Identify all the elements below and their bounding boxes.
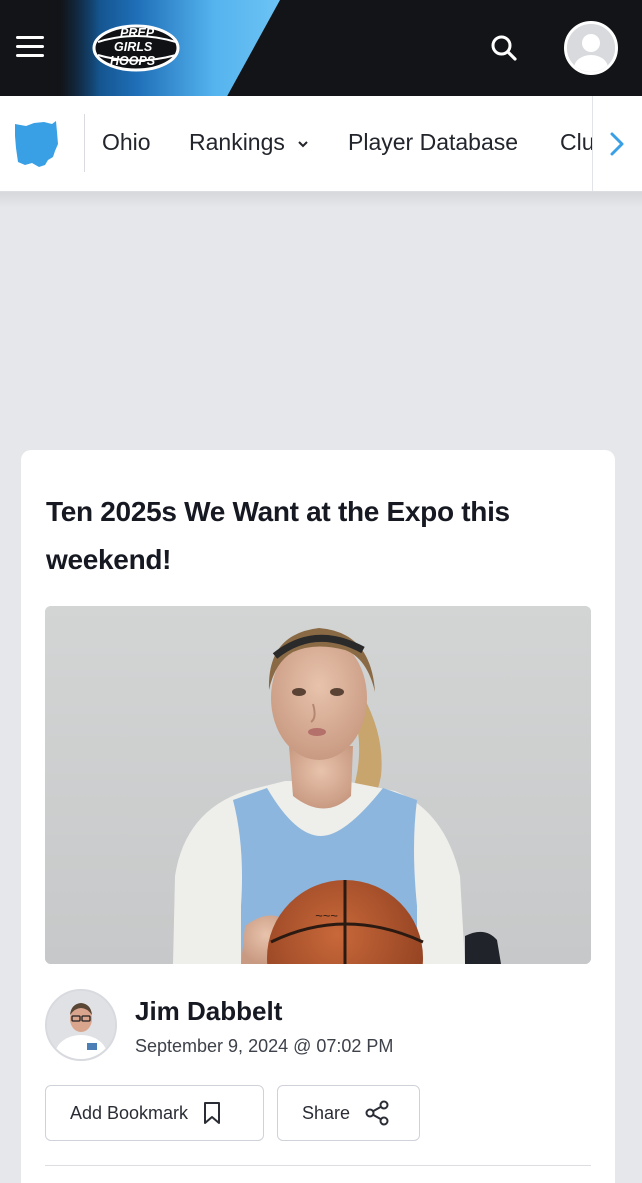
article-title[interactable]: Ten 2025s We Want at the Expo this weeke…	[46, 488, 576, 584]
bookmark-icon	[204, 1102, 221, 1124]
logo-line-1: PREP	[120, 26, 155, 40]
subnav-divider	[84, 114, 85, 172]
subnav-item-clubs[interactable]: Clu	[560, 126, 595, 158]
subnav-item-label: Clu	[560, 129, 595, 155]
add-bookmark-button[interactable]: Add Bookmark	[45, 1085, 264, 1141]
author-name[interactable]: Jim Dabbelt	[135, 996, 282, 1027]
subnav-item-rankings[interactable]: Rankings	[189, 126, 309, 158]
share-label: Share	[302, 1102, 351, 1123]
logo-line-2: GIRLS	[114, 40, 153, 54]
subnav-scroll-right[interactable]	[592, 96, 642, 191]
author-avatar[interactable]	[45, 989, 117, 1061]
add-bookmark-label: Add Bookmark	[70, 1102, 189, 1123]
subnav-item-label: Rankings	[189, 129, 285, 155]
logo-line-3: HOOPS	[110, 54, 156, 68]
search-icon[interactable]	[490, 34, 518, 62]
subnav-item-player-database[interactable]: Player Database	[348, 126, 518, 158]
article-hero-image[interactable]: ~~~	[45, 606, 591, 964]
subnav-item-label: Player Database	[348, 129, 519, 155]
subnav-item-ohio[interactable]: Ohio	[102, 126, 151, 158]
prep-girls-hoops-logo[interactable]: PREP GIRLS HOOPS	[92, 22, 184, 74]
article-card: Ten 2025s We Want at the Expo this weeke…	[21, 450, 615, 1183]
share-icon	[365, 1100, 389, 1126]
hero-photo: ~~~	[45, 606, 591, 964]
ohio-state-icon[interactable]	[12, 118, 62, 170]
article-divider	[45, 1165, 591, 1166]
subnav-shadow	[0, 192, 642, 208]
subnav-item-label: Ohio	[102, 129, 151, 155]
logo-graphic: PREP GIRLS HOOPS	[92, 24, 180, 72]
top-header: PREP GIRLS HOOPS	[0, 0, 642, 96]
hamburger-menu-icon[interactable]	[16, 36, 44, 60]
chevron-down-icon	[298, 141, 308, 148]
share-button[interactable]: Share	[277, 1085, 420, 1141]
user-avatar-icon[interactable]	[564, 21, 618, 75]
state-subnav: Ohio Rankings Player Database Clu	[0, 96, 642, 192]
svg-text:~~~: ~~~	[315, 908, 338, 923]
chevron-right-icon	[610, 132, 624, 156]
publish-date: September 9, 2024 @ 07:02 PM	[135, 1036, 394, 1056]
